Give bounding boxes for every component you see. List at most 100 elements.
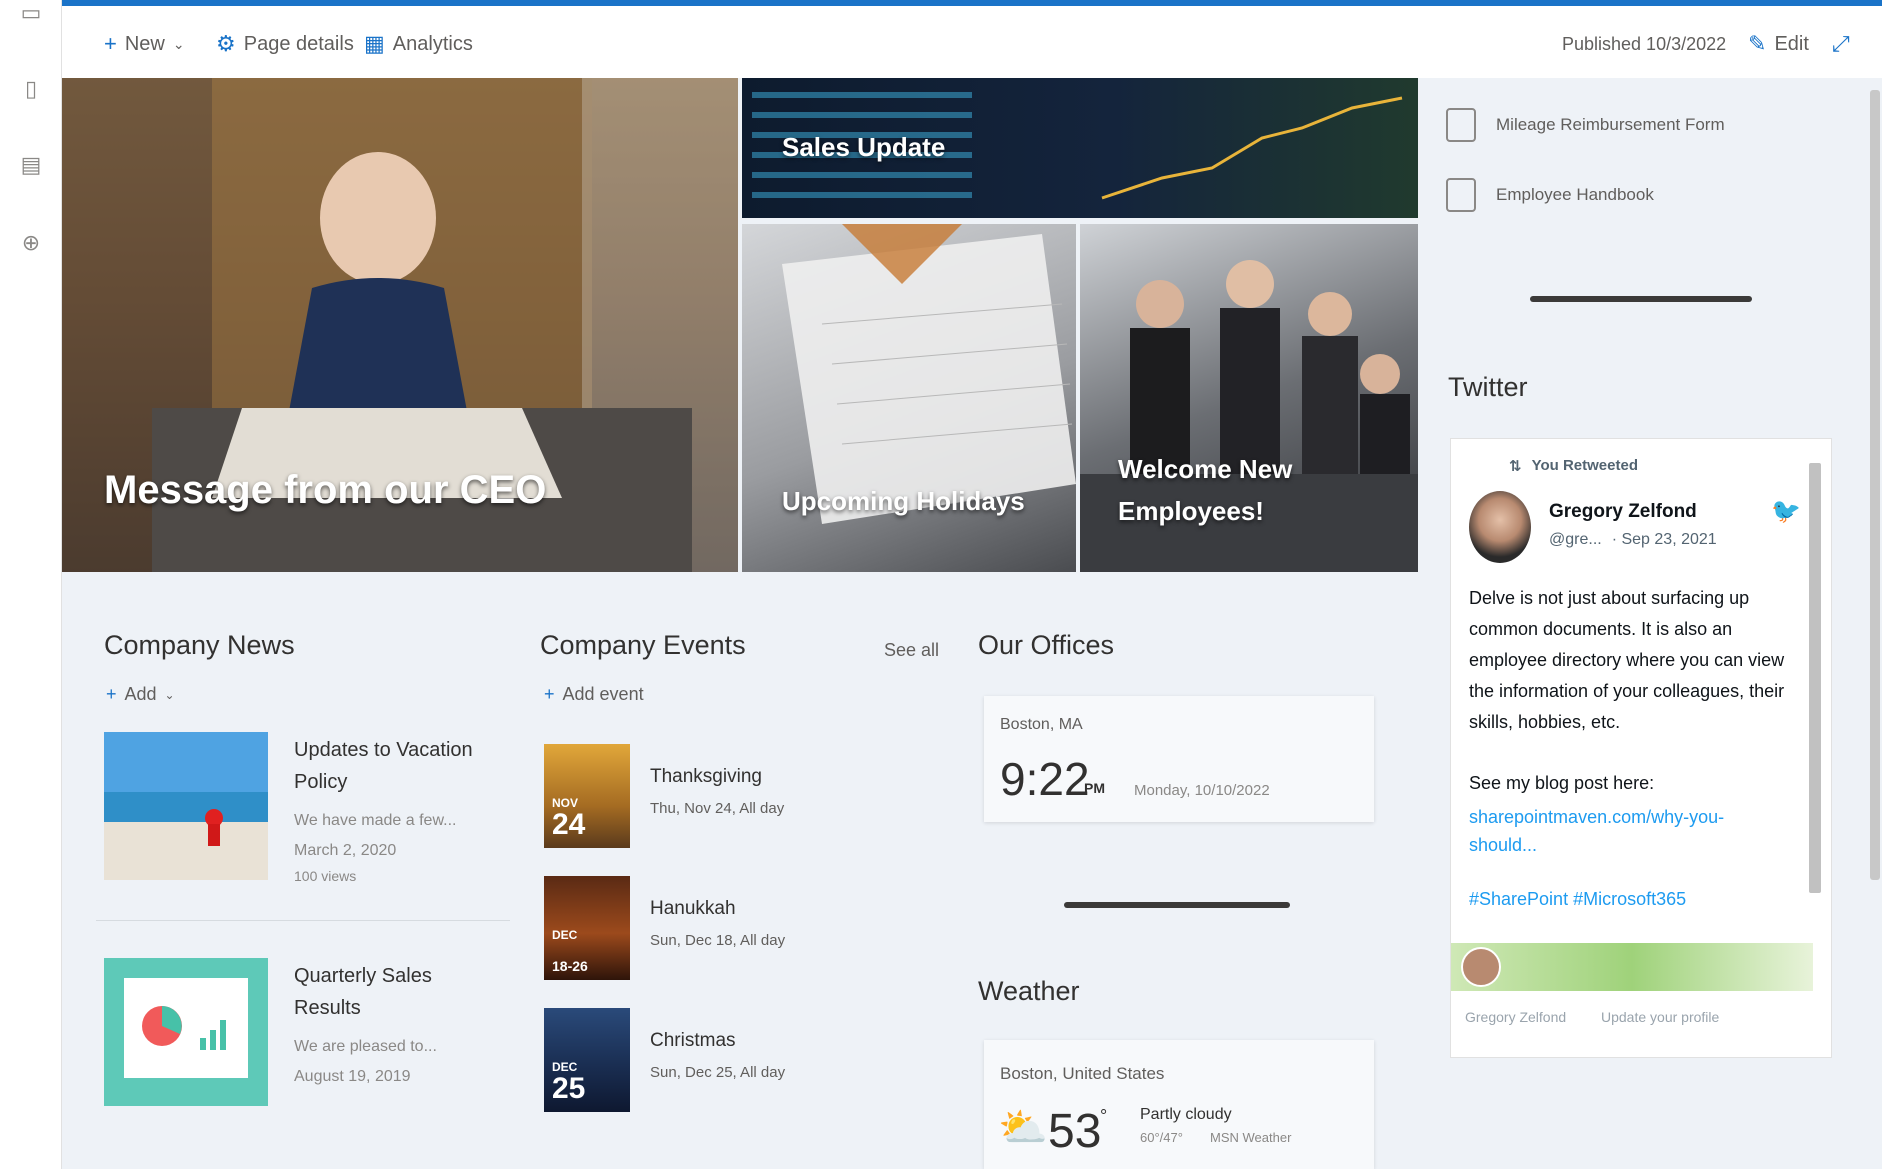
edit-button[interactable]: ✎ Edit bbox=[1748, 30, 1809, 58]
profile-banner bbox=[1451, 943, 1813, 991]
published-date: Published 10/3/2022 bbox=[1562, 33, 1727, 54]
tweet-link[interactable]: sharepointmaven.com/why-you-should... bbox=[1469, 803, 1769, 859]
add-event-label: Add event bbox=[562, 684, 644, 704]
event-thumbnail: DEC 25 bbox=[544, 1008, 630, 1112]
news-item-title[interactable]: Updates to Vacation Policy bbox=[294, 734, 504, 798]
office-date: Monday, 10/10/2022 bbox=[1134, 782, 1270, 799]
news-item-snippet: We have made a few... bbox=[294, 812, 457, 829]
event-item[interactable]: DEC 18-26 Hanukkah Sun, Dec 18, All day bbox=[544, 876, 944, 980]
twitter-bird-icon[interactable]: 🐦 bbox=[1771, 497, 1801, 526]
command-bar: + New ⌄ ⚙ Page details ▦ Analytics Publi… bbox=[62, 6, 1882, 78]
hero-sales-title: Sales Update bbox=[782, 132, 946, 162]
news-item-date: August 19, 2019 bbox=[294, 1068, 411, 1085]
news-item-views: 100 views bbox=[294, 868, 357, 884]
add-event-button[interactable]: + Add event bbox=[544, 684, 644, 705]
calendar-image bbox=[782, 224, 1076, 524]
company-events-title: Company Events bbox=[540, 630, 746, 660]
pencil-icon: ✎ bbox=[1748, 31, 1767, 56]
tweet-date: · Sep 23, 2021 bbox=[1611, 531, 1717, 548]
edit-label: Edit bbox=[1774, 32, 1809, 55]
event-day: 18-26 bbox=[552, 958, 588, 974]
tweet-handle-line: @gre... · Sep 23, 2021 bbox=[1549, 531, 1717, 549]
chart-icon: ▦ bbox=[364, 31, 385, 56]
retweeted-label: You Retweeted bbox=[1531, 457, 1638, 474]
beach-thumbnail bbox=[104, 732, 268, 880]
analytics-label: Analytics bbox=[392, 32, 473, 55]
tweet-handle: @gre... bbox=[1549, 531, 1602, 548]
profile-name[interactable]: Gregory Zelfond bbox=[1465, 1009, 1566, 1025]
expand-button[interactable]: ⤢ bbox=[1832, 30, 1850, 58]
twitter-feed[interactable]: ⇅ You Retweeted Gregory Zelfond @gre... … bbox=[1450, 438, 1832, 1058]
event-thumbnail: NOV 24 bbox=[544, 744, 630, 848]
chevron-down-icon: ⌄ bbox=[172, 35, 185, 52]
plus-icon: + bbox=[544, 684, 555, 704]
avatar[interactable] bbox=[1469, 491, 1531, 563]
update-profile-link[interactable]: Update your profile bbox=[1601, 1009, 1719, 1025]
retweet-line: ⇅ You Retweeted bbox=[1509, 457, 1638, 475]
analytics-button[interactable]: ▦ Analytics bbox=[364, 30, 473, 58]
page-scrollbar[interactable] bbox=[1870, 90, 1880, 880]
news-item[interactable]: Quarterly Sales Results We are pleased t… bbox=[104, 958, 504, 1108]
add-circle-icon[interactable]: ⊕ bbox=[18, 230, 44, 256]
office-city: Boston, MA bbox=[1000, 716, 1083, 733]
news-item-title[interactable]: Quarterly Sales Results bbox=[294, 960, 504, 1024]
new-button[interactable]: + New ⌄ bbox=[104, 30, 185, 58]
news-item-date: March 2, 2020 bbox=[294, 842, 397, 859]
office-clock-card: Boston, MA 9:22 PM Monday, 10/10/2022 bbox=[984, 696, 1374, 822]
event-thumbnail: DEC 18-26 bbox=[544, 876, 630, 980]
quicklink-handbook[interactable]: Employee Handbook bbox=[1446, 178, 1654, 212]
see-all-link[interactable]: See all bbox=[884, 640, 939, 661]
event-day: 24 bbox=[552, 808, 586, 841]
news-add-button[interactable]: + Add ⌄ bbox=[106, 684, 175, 705]
office-ampm: PM bbox=[1084, 780, 1105, 796]
hero-tile-employees[interactable]: Welcome New Employees! bbox=[1080, 224, 1418, 572]
published-status: Published 10/3/2022 bbox=[1562, 30, 1726, 58]
chevron-down-icon: ⌄ bbox=[164, 687, 175, 702]
partly-cloudy-icon: ⛅ bbox=[998, 1106, 1048, 1150]
news-item[interactable]: Updates to Vacation Policy We have made … bbox=[104, 732, 504, 892]
hero-tile-ceo[interactable]: Message from our CEO bbox=[62, 78, 738, 572]
sales-chart-thumbnail bbox=[104, 958, 268, 1106]
quicklink-label: Mileage Reimbursement Form bbox=[1496, 115, 1725, 134]
company-news-title: Company News bbox=[104, 630, 295, 660]
document-icon bbox=[1446, 178, 1476, 212]
news-item-snippet: We are pleased to... bbox=[294, 1038, 437, 1055]
left-app-rail: ▭ ▯ ▤ ⊕ bbox=[0, 0, 62, 1169]
hero-holidays-title: Upcoming Holidays bbox=[782, 486, 1025, 516]
page-details-button[interactable]: ⚙ Page details bbox=[216, 30, 354, 58]
twitter-scrollbar[interactable] bbox=[1809, 453, 1821, 1049]
page-icon[interactable]: ▯ bbox=[18, 76, 44, 102]
quicklink-mileage[interactable]: Mileage Reimbursement Form bbox=[1446, 108, 1725, 142]
event-name[interactable]: Christmas bbox=[650, 1030, 736, 1052]
weather-card: Boston, United States ⛅ 53 ° Partly clou… bbox=[984, 1040, 1374, 1169]
event-item[interactable]: DEC 25 Christmas Sun, Dec 25, All day bbox=[544, 1008, 944, 1112]
weather-title: Weather bbox=[978, 976, 1080, 1006]
new-label: New bbox=[124, 32, 165, 55]
event-month: DEC bbox=[552, 928, 578, 942]
event-when: Sun, Dec 18, All day bbox=[650, 932, 786, 949]
scroll-thumb[interactable] bbox=[1809, 463, 1821, 893]
event-name[interactable]: Hanukkah bbox=[650, 898, 736, 920]
hero-employees-title: Welcome New Employees! bbox=[1118, 454, 1293, 526]
plus-icon: + bbox=[106, 684, 117, 704]
profile-avatar bbox=[1461, 947, 1501, 987]
quicklink-label: Employee Handbook bbox=[1496, 185, 1654, 204]
right-column: Mileage Reimbursement Form Employee Hand… bbox=[1418, 78, 1882, 1169]
tweet-hashtags[interactable]: #SharePoint #Microsoft365 bbox=[1469, 889, 1686, 910]
page-details-label: Page details bbox=[243, 32, 354, 55]
home-icon[interactable]: ▭ bbox=[18, 0, 44, 26]
twitter-title: Twitter bbox=[1448, 372, 1528, 402]
event-when: Thu, Nov 24, All day bbox=[650, 800, 785, 817]
hero-ceo-title: Message from our CEO bbox=[104, 468, 547, 512]
weather-temp: 53 bbox=[1048, 1105, 1102, 1158]
event-name[interactable]: Thanksgiving bbox=[650, 766, 762, 788]
hero-section: Message from our CEO Sales Update Upcomi… bbox=[62, 78, 1418, 572]
hero-tile-holidays[interactable]: Upcoming Holidays bbox=[742, 224, 1076, 572]
news-add-label: Add bbox=[124, 684, 157, 704]
event-item[interactable]: NOV 24 Thanksgiving Thu, Nov 24, All day bbox=[544, 744, 944, 848]
hero-tile-sales[interactable]: Sales Update bbox=[742, 78, 1418, 218]
tweet-author[interactable]: Gregory Zelfond bbox=[1549, 501, 1697, 523]
list-icon[interactable]: ▤ bbox=[18, 152, 44, 178]
event-day: 25 bbox=[552, 1072, 586, 1105]
retweet-icon: ⇅ bbox=[1509, 458, 1522, 475]
